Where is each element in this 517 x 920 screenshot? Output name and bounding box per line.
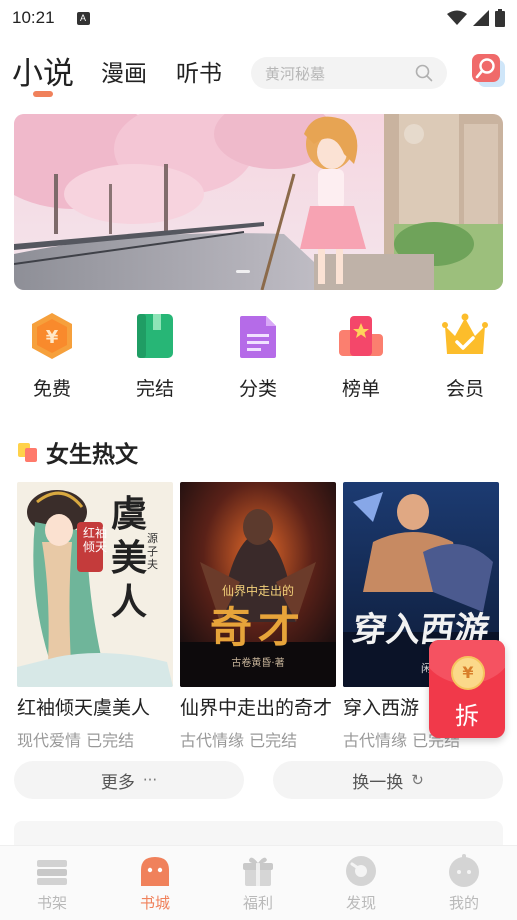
shortcut-completed[interactable]: 完结 xyxy=(115,310,195,401)
promo-banner[interactable] xyxy=(14,114,503,290)
active-tab-indicator xyxy=(33,91,53,97)
tab-novel[interactable]: 小说 xyxy=(12,48,74,93)
notification-icon: A xyxy=(76,11,90,25)
status-time: 10:21 xyxy=(12,8,55,27)
search-placeholder: 黄河秘墓 xyxy=(265,64,326,83)
cover-subtitle: 红袖倾天 xyxy=(83,526,108,554)
bottom-nav: 书架 书城 福利 发现 我的 xyxy=(0,845,517,920)
tab-audiobook[interactable]: 听书 xyxy=(176,54,222,88)
yuan-coin-icon: ¥ xyxy=(32,313,72,359)
cover-title: 虞美人 xyxy=(111,493,148,623)
coin-icon: ¥ xyxy=(451,656,485,690)
shortcut-free[interactable]: ¥ 免费 xyxy=(12,310,92,401)
crown-icon xyxy=(442,313,488,354)
search-icon xyxy=(415,64,433,82)
shortcut-label: 完结 xyxy=(135,378,174,400)
profile-icon xyxy=(449,854,479,887)
book-icon xyxy=(137,314,173,358)
section-marker-icon xyxy=(18,443,37,462)
signal-icon xyxy=(473,10,489,26)
refresh-button[interactable]: 换一换 ↻ xyxy=(273,761,503,799)
book-cover: 仙界中走出的 奇才 古卷黄昏·著 xyxy=(180,482,336,687)
more-button[interactable]: 更多 ··· xyxy=(14,761,244,799)
nav-welfare[interactable]: 福利 xyxy=(223,854,293,913)
wifi-icon xyxy=(447,10,467,25)
shortcut-category[interactable]: 分类 xyxy=(218,310,298,401)
shortcut-label: 会员 xyxy=(445,378,484,400)
book-title: 仙界中走出的奇才 xyxy=(180,697,333,719)
book-meta: 现代爱情 已完结 xyxy=(17,731,135,750)
banner-illustration xyxy=(14,114,503,290)
banner-indicator xyxy=(236,270,250,273)
shortcut-grid: ¥ 免费 完结 分类 榜单 会员 xyxy=(0,310,517,410)
status-bar: 10:21 A xyxy=(0,0,517,36)
nav-discover[interactable]: 发现 xyxy=(326,854,396,913)
nav-bookshelf[interactable]: 书架 xyxy=(17,854,87,913)
tab-comic[interactable]: 漫画 xyxy=(101,54,147,88)
search-bar[interactable]: 黄河秘墓 xyxy=(251,57,447,89)
discover-icon xyxy=(346,856,376,886)
bookshelf-icon xyxy=(37,860,67,885)
bookstore-icon xyxy=(141,857,169,886)
cover-author: 源子夫 xyxy=(147,532,158,571)
nav-label: 书架 xyxy=(36,894,67,912)
nav-label: 书城 xyxy=(139,894,170,912)
shortcut-label: 分类 xyxy=(238,378,277,400)
more-dots-icon: ··· xyxy=(142,771,158,789)
nav-bookstore[interactable]: 书城 xyxy=(120,854,190,913)
quick-read-icon[interactable] xyxy=(472,54,505,87)
nav-label: 我的 xyxy=(448,894,479,912)
refresh-icon: ↻ xyxy=(411,771,424,789)
svg-text:¥: ¥ xyxy=(46,327,59,348)
status-icons xyxy=(447,9,505,27)
book-cover: 红袖倾天 虞美人 源子夫 xyxy=(17,482,173,687)
document-icon xyxy=(240,316,276,358)
refresh-label: 换一换 xyxy=(352,772,404,793)
gift-icon xyxy=(243,857,273,886)
red-packet-button[interactable]: ¥ 拆 xyxy=(429,640,505,738)
nav-label: 发现 xyxy=(345,894,376,912)
book-card[interactable]: 仙界中走出的 奇才 古卷黄昏·著 仙界中走出的奇才 古代情缘 已完结 xyxy=(180,482,336,751)
battery-icon xyxy=(495,9,505,27)
shortcut-label: 免费 xyxy=(32,378,71,400)
book-card[interactable]: 红袖倾天 虞美人 源子夫 红袖倾天虞美人 现代爱情 已完结 xyxy=(17,482,173,751)
cover-author: 古卷黄昏·著 xyxy=(231,658,285,669)
shortcut-ranking[interactable]: 榜单 xyxy=(321,310,401,401)
shortcut-label: 榜单 xyxy=(341,378,380,400)
shortcut-vip[interactable]: 会员 xyxy=(425,310,505,401)
section-title: 女生热文 xyxy=(46,442,138,468)
book-title: 红袖倾天虞美人 xyxy=(17,697,151,719)
red-packet-label: 拆 xyxy=(455,702,479,730)
nav-label: 福利 xyxy=(242,894,273,912)
more-label: 更多 xyxy=(100,772,135,793)
book-meta: 古代情缘 已完结 xyxy=(180,731,298,750)
nav-profile[interactable]: 我的 xyxy=(429,854,499,913)
ranking-icon xyxy=(339,316,383,356)
top-nav: 小说 漫画 听书 黄河秘墓 xyxy=(0,48,517,100)
cover-title: 奇才 xyxy=(209,603,306,652)
section-header: 女生热文 xyxy=(18,436,138,468)
